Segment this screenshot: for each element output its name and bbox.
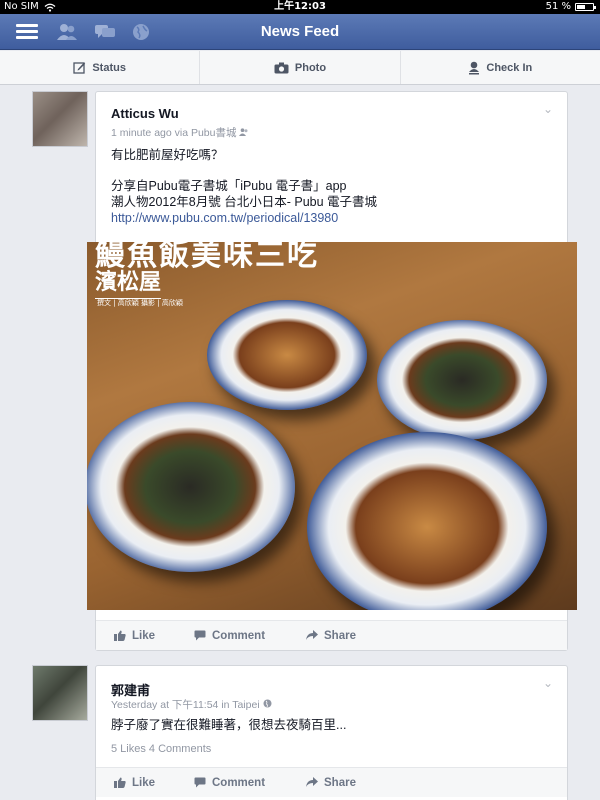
battery-percent: 51 %	[545, 1, 571, 12]
bowl-image	[207, 300, 367, 410]
comment-icon	[194, 777, 206, 788]
friends-privacy-icon	[239, 128, 248, 136]
nav-bar: News Feed	[0, 14, 600, 50]
bowl-image	[307, 432, 547, 610]
like-button[interactable]: Like	[114, 630, 155, 642]
post-author[interactable]: Atticus Wu	[111, 106, 179, 121]
comment-button[interactable]: Comment	[194, 777, 265, 789]
post-text-share-source: 分享自Pubu電子書城「iPubu 電子書」app	[111, 179, 347, 193]
status-button[interactable]: Status	[0, 51, 201, 84]
like-button[interactable]: Like	[114, 777, 155, 789]
globe-small-icon	[263, 699, 272, 708]
post-link[interactable]: http://www.pubu.com.tw/periodical/13980	[111, 210, 338, 226]
check-in-label: Check In	[486, 61, 533, 74]
clock: 上午12:03	[274, 1, 326, 12]
bowl-image	[377, 320, 547, 440]
feed-post: ⌄ Atticus Wu 1 minute ago via Pubu書城 有比肥…	[87, 91, 577, 651]
person-pin-icon	[469, 61, 480, 74]
check-in-button[interactable]: Check In	[401, 51, 600, 84]
camera-icon	[274, 62, 289, 73]
composer-bar: Status Photo Check In	[0, 51, 600, 85]
post-text: 脖子廢了實在很難睡著，很想去夜騎百里...	[111, 718, 347, 732]
post-meta: 1 minute ago via Pubu書城	[111, 125, 249, 140]
share-arrow-icon	[306, 777, 318, 787]
edit-icon	[73, 62, 86, 74]
thumbs-up-icon	[114, 630, 126, 641]
post-actions: Like Comment Share	[96, 767, 567, 797]
chevron-down-icon[interactable]: ⌄	[543, 676, 553, 690]
page-title: News Feed	[260, 23, 340, 40]
comment-icon	[194, 630, 206, 641]
avatar[interactable]	[32, 665, 88, 721]
status-bar: No SIM 上午12:03 51 %	[0, 0, 600, 14]
share-button[interactable]: Share	[306, 630, 356, 642]
share-arrow-icon	[306, 630, 318, 640]
post-text: 有比肥前屋好吃嗎？	[111, 148, 224, 162]
battery-icon	[575, 3, 596, 11]
avatar[interactable]	[32, 91, 88, 147]
photo-label: Photo	[294, 61, 327, 74]
thumbs-up-icon	[114, 777, 126, 788]
post-actions: Like Comment Share	[96, 620, 567, 650]
share-button[interactable]: Share	[306, 777, 356, 789]
photo-credit: 撰文 | 高欣穎 攝影 | 高欣穎	[97, 299, 183, 307]
post-stats[interactable]: 5 Likes 4 Comments	[111, 743, 211, 755]
chevron-down-icon[interactable]: ⌄	[543, 102, 553, 116]
post-meta: Yesterday at 下午11:54 in Taipei	[111, 697, 272, 712]
photo-button[interactable]: Photo	[200, 51, 401, 84]
comment-button[interactable]: Comment	[194, 630, 265, 642]
bowl-image	[87, 402, 295, 572]
photo-subhead: 濱松屋	[95, 264, 162, 299]
feed-post: ⌄ 郭建甫 Yesterday at 下午11:54 in Taipei 脖子廢…	[95, 665, 568, 800]
post-photo[interactable]: 鰻魚飯美味三吃 濱松屋 撰文 | 高欣穎 攝影 | 高欣穎	[87, 242, 577, 610]
post-text-title: 潮人物2012年8月號 台北小日本- Pubu 電子書城	[111, 195, 378, 209]
status-label: Status	[92, 61, 126, 74]
